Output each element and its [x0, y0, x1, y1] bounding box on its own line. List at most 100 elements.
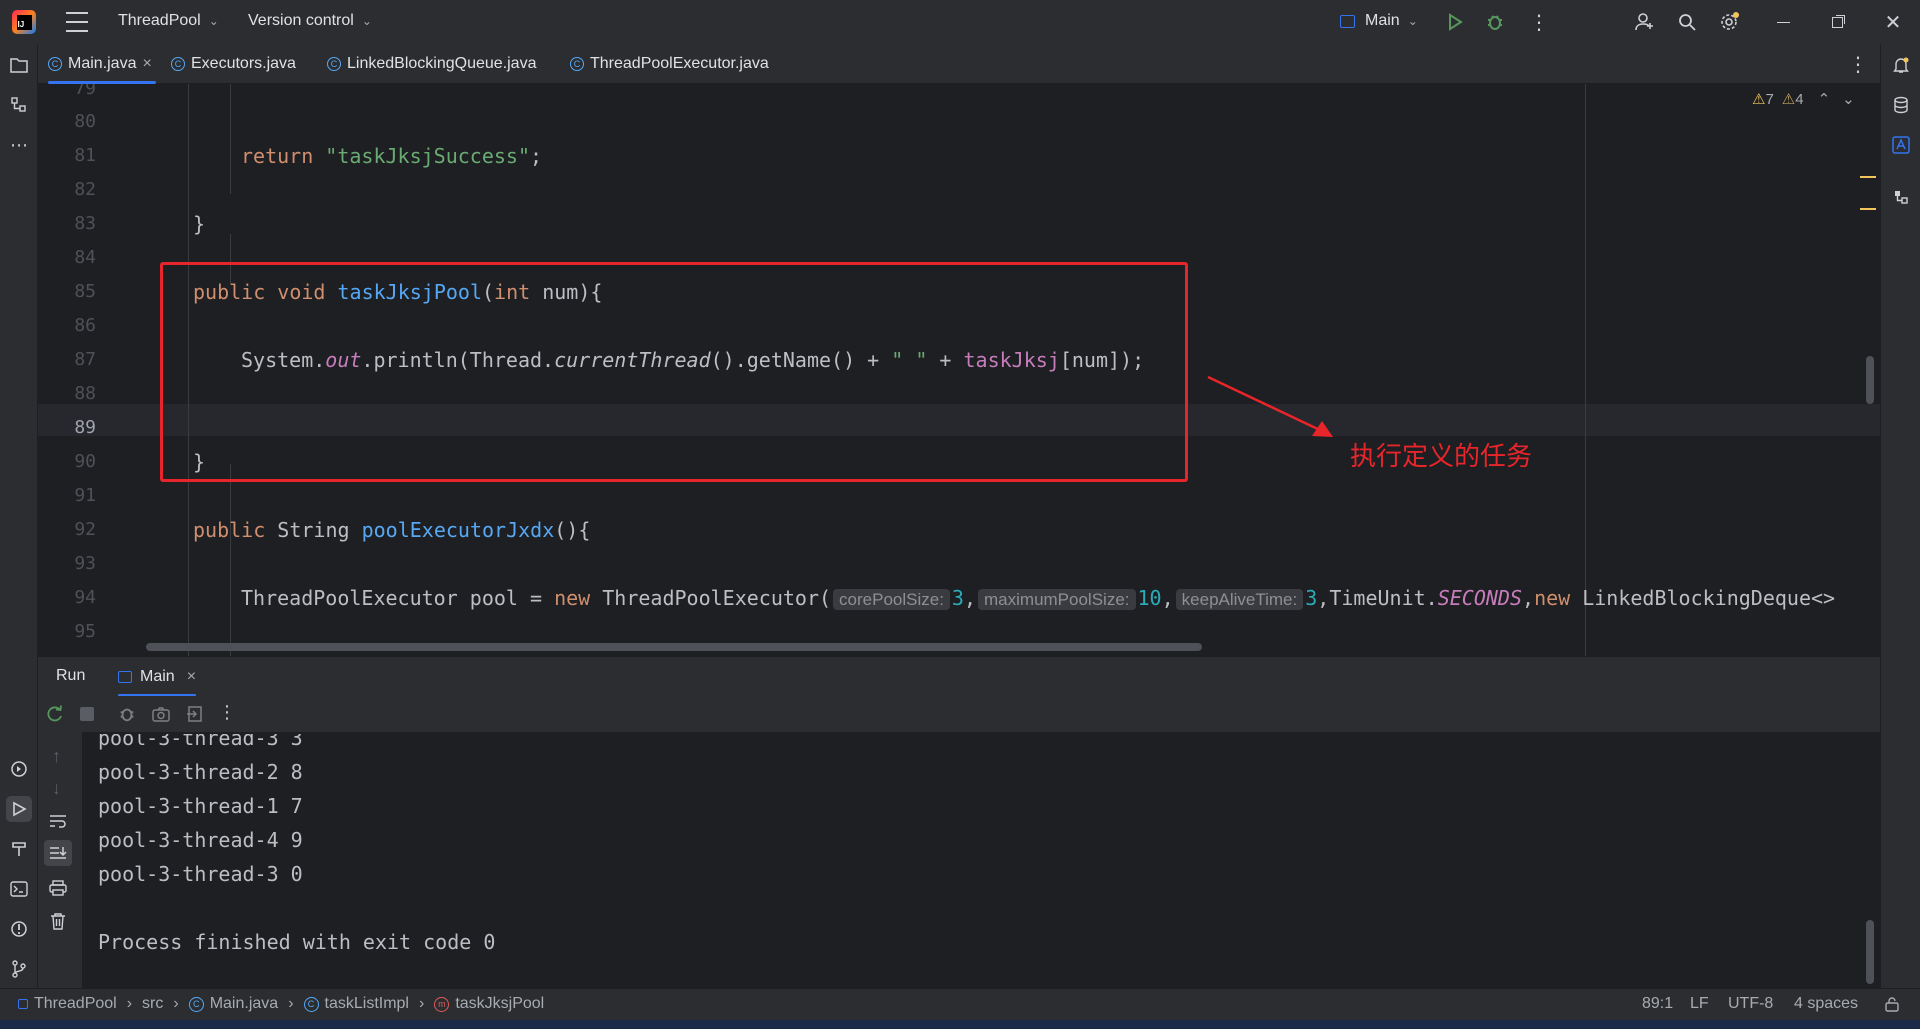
tab-executors-java[interactable]: C Executors.java [171, 44, 296, 84]
project-folder-icon[interactable] [6, 52, 32, 78]
structure-icon[interactable] [6, 92, 32, 118]
database-icon[interactable] [1888, 92, 1914, 118]
tab-linkedblockingqueue-java[interactable]: C LinkedBlockingQueue.java [327, 44, 536, 84]
method-icon: m [434, 996, 450, 1012]
console-line: pool-3-thread-4 9 [98, 828, 303, 852]
code-line-92: public String poolExecutorJxdx(){ [193, 518, 591, 542]
caret-position[interactable]: 89:1 [1642, 995, 1673, 1013]
console-side-toolbar: ↑ ↓ [38, 732, 82, 988]
console-vertical-scrollbar[interactable] [1866, 920, 1874, 984]
run-tool-icon[interactable] [6, 796, 32, 822]
class-icon: C [327, 57, 341, 71]
editor-vertical-scrollbar[interactable] [1866, 356, 1874, 404]
line-separator[interactable]: LF [1690, 995, 1709, 1013]
param-hint: keepAliveTime: [1175, 589, 1304, 610]
breadcrumb-item[interactable]: taskListImpl [325, 995, 409, 1013]
close-run-tab-icon[interactable]: × [187, 668, 196, 686]
warning-stripe-mark[interactable] [1860, 208, 1876, 210]
project-selector[interactable]: ThreadPool ⌄ [118, 12, 219, 30]
run-tab-main[interactable]: Main × [118, 657, 197, 697]
taskbar-strip [0, 1020, 1920, 1029]
warning-stripe-mark[interactable] [1860, 176, 1876, 178]
app-logo[interactable]: IJ [12, 10, 36, 34]
weak-warning-count: 4 [1795, 90, 1804, 108]
chevron-down-icon: ⌄ [1407, 14, 1418, 28]
tab-threadpoolexecutor-java[interactable]: C ThreadPoolExecutor.java [570, 44, 769, 84]
breadcrumb-item[interactable]: Main.java [210, 995, 278, 1013]
services-icon[interactable] [6, 756, 32, 782]
tabs-more-icon[interactable]: ⋮ [1848, 52, 1868, 77]
main-menu-icon[interactable] [66, 12, 88, 32]
right-tool-window-bar [1880, 44, 1920, 988]
debug-icon[interactable] [1480, 7, 1510, 37]
line-number: 92 [74, 519, 96, 540]
run-config-selector[interactable]: Main ⌄ [1340, 12, 1418, 30]
line-number: 85 [74, 281, 96, 302]
breadcrumb-separator-icon: › [288, 995, 294, 1012]
breadcrumb-item[interactable]: src [142, 995, 163, 1013]
file-encoding[interactable]: UTF-8 [1728, 995, 1773, 1013]
minimize-icon[interactable] [1768, 7, 1798, 37]
scroll-to-end-icon[interactable] [44, 840, 72, 866]
breadcrumb-item[interactable]: ThreadPool [34, 995, 117, 1013]
line-number: 86 [74, 315, 96, 336]
ai-assistant-icon[interactable] [1888, 132, 1914, 158]
status-bar: ThreadPool › src › C Main.java › C taskL… [0, 988, 1920, 1020]
class-icon: C [570, 57, 584, 71]
title-bar: IJ ThreadPool ⌄ Version control ⌄ Main ⌄… [0, 0, 1920, 44]
next-highlight-icon[interactable]: ⌄ [1842, 90, 1855, 108]
git-icon[interactable] [6, 956, 32, 982]
camera-icon[interactable] [152, 705, 170, 728]
class-icon: C [48, 57, 62, 71]
console-output[interactable]: pool-3-thread-3 3 pool-3-thread-2 8 pool… [82, 732, 1880, 988]
previous-highlight-icon[interactable]: ⌃ [1818, 90, 1831, 108]
tab-main-java[interactable]: C Main.java × [48, 44, 156, 84]
search-icon[interactable] [1672, 7, 1702, 37]
close-window-icon[interactable]: ✕ [1878, 7, 1908, 37]
build-icon[interactable] [6, 836, 32, 862]
notifications-icon[interactable] [1888, 52, 1914, 78]
more-tools-icon[interactable]: ⋯ [6, 132, 32, 158]
warning-count: 7 [1765, 90, 1774, 108]
param-hint: corePoolSize: [833, 589, 950, 610]
add-user-icon[interactable] [1630, 7, 1660, 37]
problems-icon[interactable] [6, 916, 32, 942]
settings-icon[interactable] [1714, 7, 1744, 37]
run-config-icon [118, 671, 132, 683]
run-toolbar: ⋮ [38, 696, 1880, 732]
read-only-lock-icon[interactable] [1884, 996, 1900, 1017]
editor-tabs: C Main.java × C Executors.java C LinkedB… [38, 44, 1880, 84]
more-actions-icon[interactable]: ⋮ [1524, 7, 1554, 37]
chevron-down-icon: ⌄ [361, 14, 372, 28]
code-line-94: ThreadPoolExecutor pool = new ThreadPool… [241, 586, 1836, 610]
line-number: 90 [74, 451, 96, 472]
indent-setting[interactable]: 4 spaces [1794, 995, 1858, 1013]
clear-all-icon[interactable] [50, 912, 66, 935]
restore-icon[interactable] [1822, 7, 1852, 37]
warning-icon: ⚠ [1752, 91, 1766, 108]
close-tab-icon[interactable]: × [142, 55, 151, 73]
breadcrumb-item[interactable]: taskJksjPool [455, 995, 544, 1013]
plugins-icon[interactable] [1888, 184, 1914, 210]
run-tool-window-header: Run Main × [38, 656, 1880, 697]
class-icon: C [303, 996, 319, 1012]
inspection-widget[interactable]: ⚠ 7 ⚠ 4 ⌃ ⌄ [1752, 90, 1855, 109]
exit-icon[interactable] [186, 705, 204, 728]
debug-disabled-icon[interactable] [118, 705, 136, 728]
scroll-down-icon[interactable]: ↓ [52, 778, 61, 799]
run-more-icon[interactable]: ⋮ [218, 702, 236, 723]
terminal-icon[interactable] [6, 876, 32, 902]
soft-wrap-icon[interactable] [49, 814, 67, 833]
rerun-icon[interactable] [46, 705, 64, 728]
editor-horizontal-scrollbar[interactable] [146, 643, 1202, 651]
line-number: 82 [74, 179, 96, 200]
run-config-label: Main [1365, 12, 1400, 29]
stop-icon[interactable] [80, 707, 94, 721]
annotation-highlight-box [160, 262, 1188, 482]
scroll-up-icon[interactable]: ↑ [52, 746, 61, 767]
line-number: 79 [74, 84, 96, 99]
print-icon[interactable] [49, 880, 67, 901]
run-icon[interactable] [1440, 7, 1470, 37]
line-number: 91 [74, 485, 96, 506]
vcs-selector[interactable]: Version control ⌄ [248, 12, 372, 30]
